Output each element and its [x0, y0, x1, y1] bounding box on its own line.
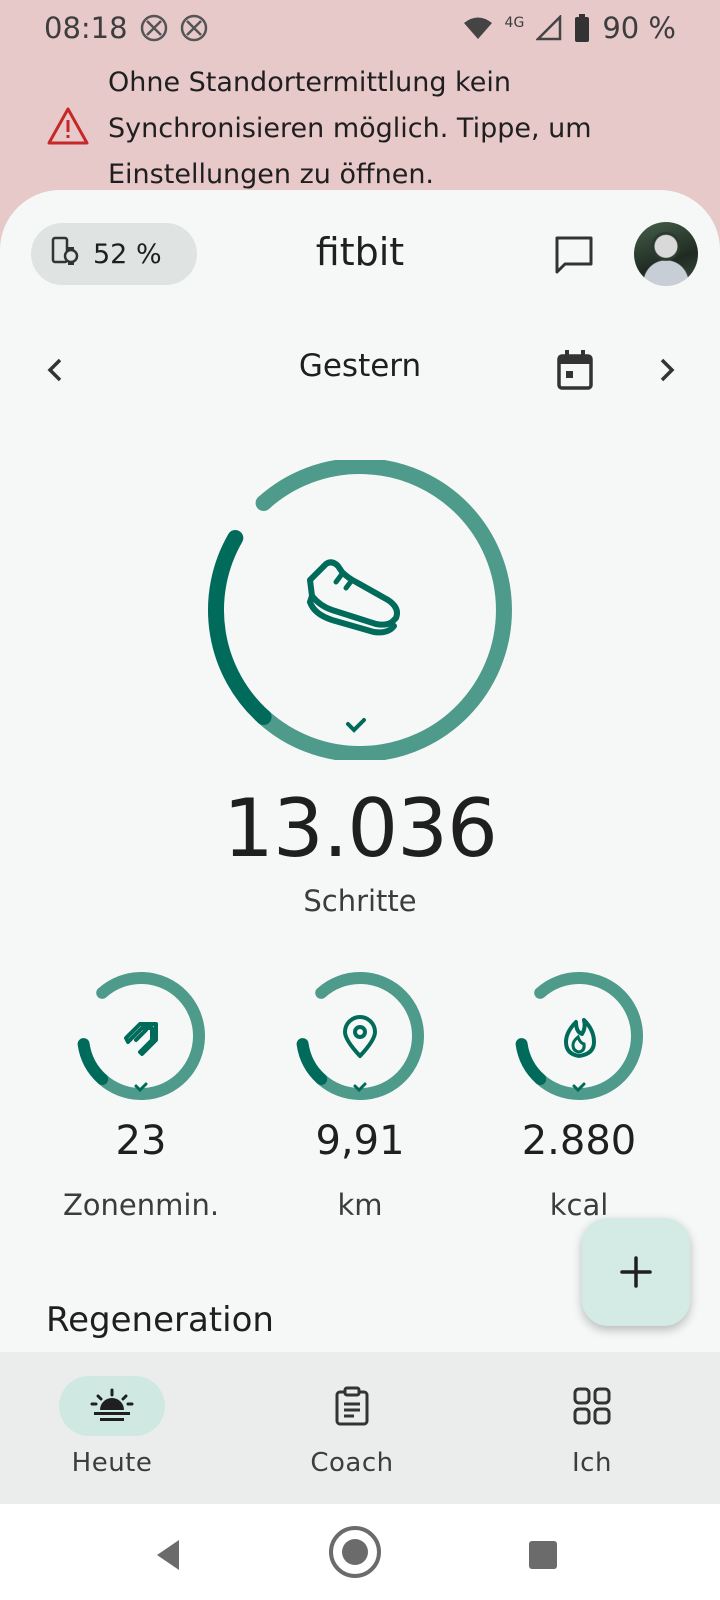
- shoe-icon: [306, 559, 400, 636]
- ring-track: [534, 972, 643, 1100]
- steps-label: Schritte: [303, 884, 417, 918]
- recents-square-icon: [529, 1541, 557, 1569]
- nav-label: Ich: [572, 1448, 612, 1478]
- stat-label: Zonenmin.: [62, 1188, 220, 1222]
- ring-track: [315, 972, 424, 1100]
- signal-icon: [536, 15, 562, 41]
- no-sync-icon: [180, 14, 208, 42]
- zone-minutes-icon: [124, 1022, 158, 1056]
- steps-value: 13.036: [223, 782, 498, 875]
- app-header: 52 % fitbit: [0, 222, 720, 286]
- section-title: Regeneration: [46, 1300, 274, 1340]
- calendar-button[interactable]: [555, 348, 595, 392]
- warning-icon: [46, 106, 90, 150]
- home-button[interactable]: [327, 1524, 383, 1580]
- ring-progress-segment: [77, 1038, 109, 1086]
- date-label: Gestern: [298, 348, 422, 384]
- stat-label: km: [337, 1188, 383, 1222]
- location-pin-icon: [343, 1015, 377, 1058]
- device-battery-chip[interactable]: 52 %: [31, 223, 197, 285]
- stat-value: 23: [115, 1118, 167, 1164]
- plus-icon: [620, 1256, 652, 1288]
- device-battery-value: 52 %: [93, 238, 162, 270]
- stat-zone-minutes[interactable]: 23 Zonenmin.: [56, 970, 226, 1222]
- nav-label: Coach: [310, 1448, 394, 1478]
- sunrise-icon: [90, 1388, 134, 1421]
- nav-pill: [539, 1376, 645, 1436]
- next-day-button[interactable]: [652, 352, 682, 388]
- home-circle-icon: [329, 1526, 381, 1578]
- battery-icon: [574, 14, 590, 42]
- stat-label: kcal: [549, 1188, 609, 1222]
- nav-pill: [299, 1376, 405, 1436]
- system-navigation-bar: [0, 1504, 720, 1600]
- network-type: 4G: [504, 15, 525, 31]
- stat-value: 2.880: [521, 1118, 637, 1164]
- bottom-navigation: Heute Coach Ich: [0, 1352, 720, 1504]
- chat-icon: [555, 236, 593, 274]
- stat-value: 9,91: [315, 1118, 405, 1164]
- recents-button[interactable]: [518, 1530, 568, 1580]
- chevron-right-icon: [660, 358, 675, 382]
- calendar-icon: [557, 350, 593, 390]
- flame-icon: [564, 1018, 596, 1058]
- battery-level: 90 %: [602, 11, 676, 45]
- ring-progress-segment: [515, 1038, 547, 1086]
- grid-icon: [573, 1387, 611, 1425]
- banner-message: Ohne Standortermittlung kein Synchronisi…: [108, 67, 592, 190]
- wifi-icon: [463, 16, 493, 40]
- nav-pill: [59, 1376, 165, 1436]
- goal-check-icon: [346, 718, 366, 733]
- add-button[interactable]: [582, 1218, 690, 1326]
- stat-calories[interactable]: 2.880 kcal: [494, 970, 664, 1222]
- stat-distance[interactable]: 9,91 km: [275, 970, 445, 1222]
- nav-item-heute[interactable]: Heute: [22, 1376, 202, 1478]
- nav-item-ich[interactable]: Ich: [502, 1376, 682, 1478]
- date-navigation: Gestern: [0, 340, 720, 400]
- avatar[interactable]: [634, 222, 698, 286]
- ring-progress-segment: [296, 1038, 328, 1086]
- no-sync-icon: [140, 14, 168, 42]
- back-button[interactable]: [143, 1530, 193, 1580]
- watch-battery-icon: [49, 235, 81, 274]
- status-time: 08:18: [44, 11, 128, 45]
- steps-progress-ring[interactable]: [196, 458, 524, 762]
- ring-track: [255, 458, 512, 762]
- ring-progress-segment: [208, 530, 272, 725]
- back-triangle-icon: [157, 1540, 179, 1570]
- nav-item-coach[interactable]: Coach: [262, 1376, 442, 1478]
- location-warning-banner[interactable]: Ohne Standortermittlung kein Synchronisi…: [0, 56, 720, 192]
- status-bar: 08:18 4G 90 %: [0, 0, 720, 56]
- clipboard-icon: [335, 1386, 369, 1426]
- messages-button[interactable]: [551, 232, 597, 278]
- nav-label: Heute: [71, 1448, 153, 1478]
